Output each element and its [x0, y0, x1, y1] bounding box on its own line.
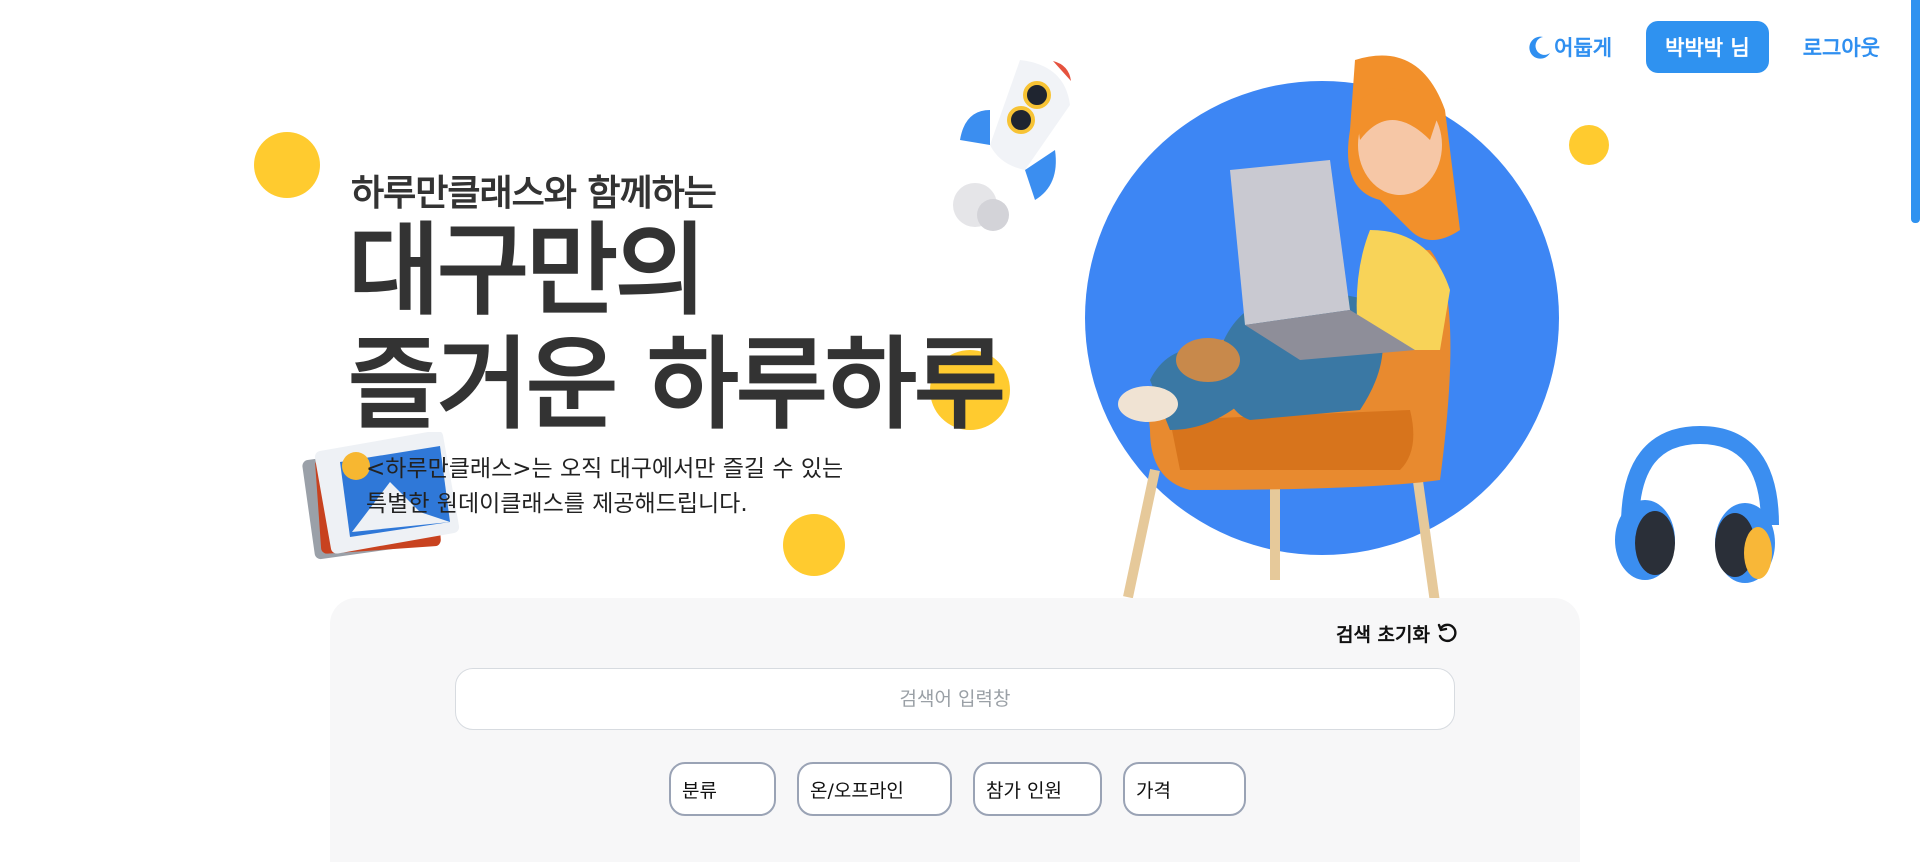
filter-price[interactable]: 가격 — [1123, 762, 1246, 816]
search-panel: 검색 초기화 분류 온/오프라인 참가 인원 가격 — [330, 598, 1580, 862]
filter-group: 분류 온/오프라인 참가 인원 가격 — [669, 762, 1246, 816]
yellow-dot — [1569, 125, 1609, 165]
rocket-icon — [953, 60, 1071, 231]
header: 어둡게 박박박 님 로그아웃 — [1526, 20, 1880, 74]
logout-link[interactable]: 로그아웃 — [1803, 32, 1880, 62]
yellow-dot — [254, 132, 320, 198]
refresh-icon — [1437, 623, 1457, 642]
search-input[interactable] — [455, 668, 1455, 730]
hero-description: <하루만클래스>는 오직 대구에서만 즐길 수 있는 특별한 원데이클래스를 제… — [366, 456, 844, 517]
hero-title: 대구만의 즐거운 하루하루 — [348, 212, 1006, 443]
filter-category[interactable]: 분류 — [669, 762, 776, 816]
filter-online-offline[interactable]: 온/오프라인 — [797, 762, 952, 816]
user-button[interactable]: 박박박 님 — [1646, 21, 1769, 73]
scrollbar-thumb[interactable] — [1911, 0, 1920, 223]
reset-search-label: 검색 초기화 — [1335, 624, 1430, 646]
reset-search-button[interactable]: 검색 초기화 — [1336, 620, 1458, 647]
hero-subtitle: 하루만클래스와 함께하는 — [351, 173, 717, 214]
headphones-icon — [1615, 425, 1779, 583]
filter-participants[interactable]: 참가 인원 — [973, 762, 1102, 816]
hero-illustration — [1085, 55, 1559, 600]
yellow-dot — [783, 514, 845, 576]
